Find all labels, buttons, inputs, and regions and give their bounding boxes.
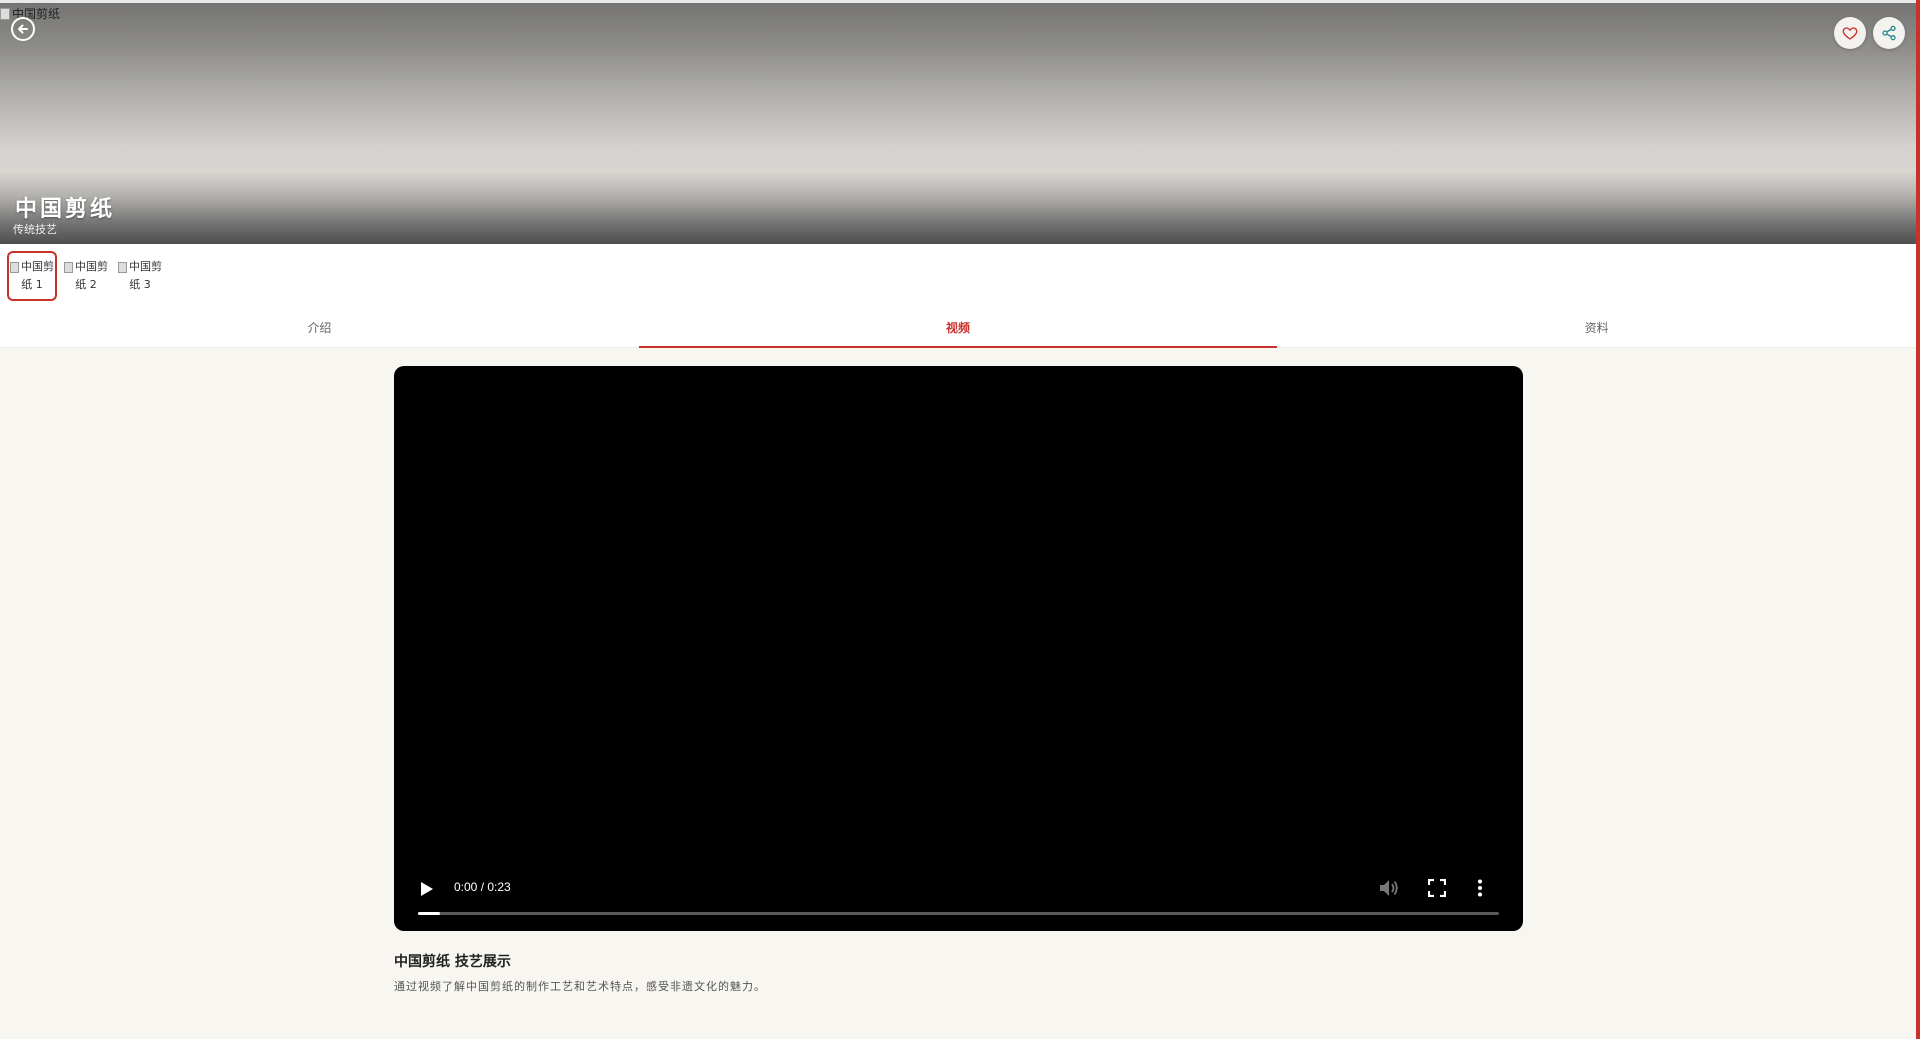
thumbnail-alt-text: 中国剪纸 2	[75, 260, 108, 291]
page-subtitle: 传统技艺	[13, 223, 57, 236]
tab-introduction[interactable]: 介绍	[0, 312, 639, 348]
play-icon	[421, 882, 433, 896]
video-player[interactable]: 0:00 / 0:23	[394, 366, 1523, 931]
video-progress-fill	[418, 912, 440, 915]
volume-button[interactable]	[1379, 879, 1399, 901]
video-title: 中国剪纸 技艺展示	[394, 954, 511, 970]
fullscreen-icon	[1427, 878, 1447, 898]
share-icon	[1882, 25, 1896, 41]
thumbnail-alt: 中国剪纸 2	[63, 258, 109, 294]
thumbnail-1[interactable]: 中国剪纸 1	[7, 251, 57, 301]
thumbnail-strip: 中国剪纸 1 中国剪纸 2 中国剪纸 3	[7, 251, 165, 301]
share-button[interactable]	[1873, 17, 1905, 49]
tab-resources[interactable]: 资料	[1277, 312, 1916, 348]
play-button[interactable]	[420, 881, 434, 901]
video-time: 0:00 / 0:23	[454, 880, 511, 894]
broken-image-icon	[10, 261, 19, 273]
tab-bar: 介绍 视频 资料	[0, 312, 1916, 348]
video-description: 通过视频了解中国剪纸的制作工艺和艺术特点，感受非遗文化的魅力。	[394, 980, 766, 993]
more-options-button[interactable]	[1477, 879, 1483, 901]
hero-banner: 中国剪纸 中国剪纸 传统技艺	[0, 3, 1916, 244]
thumbnail-alt-text: 中国剪纸 1	[21, 260, 54, 291]
back-button[interactable]	[11, 17, 35, 41]
more-vertical-icon	[1478, 879, 1482, 897]
thumbnail-alt: 中国剪纸 1	[9, 258, 55, 294]
thumbnail-alt-text: 中国剪纸 3	[129, 260, 162, 291]
favorite-button[interactable]	[1834, 17, 1866, 49]
fullscreen-button[interactable]	[1427, 878, 1447, 901]
thumbnail-3[interactable]: 中国剪纸 3	[115, 251, 165, 301]
page-title: 中国剪纸	[15, 196, 116, 222]
broken-image-icon	[118, 261, 127, 273]
tab-video[interactable]: 视频	[638, 312, 1278, 348]
scrollbar-edge	[1916, 0, 1920, 1039]
video-progress-bar[interactable]	[418, 912, 1499, 915]
arrow-left-circle-icon	[18, 24, 28, 34]
heart-icon	[1842, 27, 1858, 40]
broken-image-icon	[64, 261, 73, 273]
thumbnail-alt: 中国剪纸 3	[117, 258, 163, 294]
broken-image-icon	[0, 7, 10, 20]
thumbnail-2[interactable]: 中国剪纸 2	[61, 251, 111, 301]
volume-icon	[1380, 880, 1398, 896]
